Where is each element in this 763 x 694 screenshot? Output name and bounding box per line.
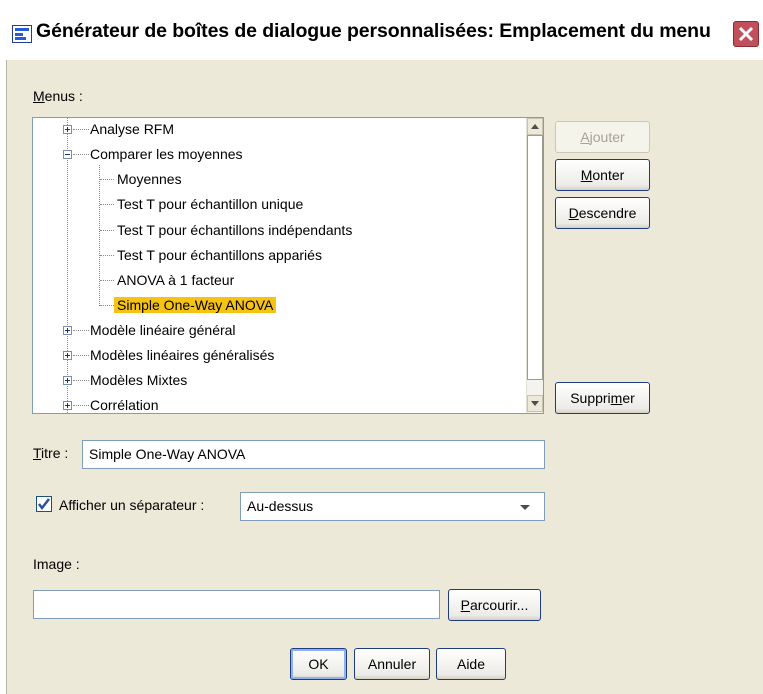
- separator-checkbox[interactable]: [36, 496, 52, 512]
- checkmark-icon: [38, 498, 50, 511]
- delete-button[interactable]: Supprimer: [555, 382, 650, 414]
- tree-item[interactable]: Modèles linéaires généralisés: [90, 345, 274, 365]
- add-button[interactable]: Ajouter: [555, 121, 650, 153]
- expand-icon[interactable]: [63, 326, 72, 335]
- image-path-input[interactable]: [33, 590, 440, 619]
- tree-item[interactable]: Corrélation: [90, 395, 158, 413]
- title-label: Titre :: [33, 445, 69, 461]
- arrow-up-icon: [531, 124, 539, 129]
- move-up-button[interactable]: Monter: [555, 159, 650, 191]
- tree-connector: [99, 165, 100, 306]
- expand-icon[interactable]: [63, 125, 72, 134]
- chevron-down-icon: [520, 505, 530, 510]
- tree-item[interactable]: Comparer les moyennes: [90, 144, 243, 164]
- separator-label: Afficher un séparateur :: [59, 497, 205, 513]
- tree-item[interactable]: ANOVA à 1 facteur: [117, 270, 234, 290]
- move-down-button[interactable]: Descendre: [555, 197, 650, 229]
- collapse-icon[interactable]: [63, 150, 72, 159]
- tree-item[interactable]: Test T pour échantillon unique: [117, 194, 303, 214]
- help-button[interactable]: Aide: [436, 648, 506, 680]
- dialog-builder-icon: [12, 25, 32, 43]
- tree-item[interactable]: Moyennes: [117, 169, 182, 189]
- window-title: Générateur de boîtes de dialogue personn…: [36, 20, 711, 42]
- ok-button[interactable]: OK: [290, 648, 347, 680]
- tree-item[interactable]: Test T pour échantillons indépendants: [117, 220, 352, 240]
- tree-item[interactable]: Test T pour échantillons appariés: [117, 245, 322, 265]
- separator-position-value: Au-dessus: [247, 498, 314, 514]
- tree-item[interactable]: Modèles Mixtes: [90, 370, 187, 390]
- tree-scrollbar[interactable]: [526, 118, 543, 413]
- separator-position-select[interactable]: Au-dessus: [240, 492, 545, 521]
- image-label: Image :: [33, 556, 80, 572]
- expand-icon[interactable]: [63, 401, 72, 410]
- tree-item[interactable]: Analyse RFM: [90, 119, 174, 139]
- title-input[interactable]: Simple One-Way ANOVA: [82, 440, 545, 469]
- scroll-down-button[interactable]: [527, 395, 543, 412]
- title-bar: Générateur de boîtes de dialogue personn…: [0, 0, 763, 60]
- tree-item[interactable]: Modèle linéaire général: [90, 320, 236, 340]
- expand-icon[interactable]: [63, 351, 72, 360]
- close-button[interactable]: [733, 21, 759, 47]
- close-icon: [738, 26, 754, 42]
- expand-icon[interactable]: [63, 376, 72, 385]
- tree-connector: [67, 118, 68, 413]
- menu-tree[interactable]: Analyse RFM Comparer les moyennes Moyenn…: [32, 117, 544, 414]
- scroll-thumb[interactable]: [527, 135, 543, 380]
- tree-item-selected[interactable]: Simple One-Way ANOVA: [114, 295, 277, 315]
- scroll-up-button[interactable]: [527, 118, 543, 135]
- browse-button[interactable]: Parcourir...: [448, 589, 541, 621]
- cancel-button[interactable]: Annuler: [354, 648, 430, 680]
- menus-label: Menus :: [33, 88, 83, 104]
- arrow-down-icon: [531, 401, 539, 406]
